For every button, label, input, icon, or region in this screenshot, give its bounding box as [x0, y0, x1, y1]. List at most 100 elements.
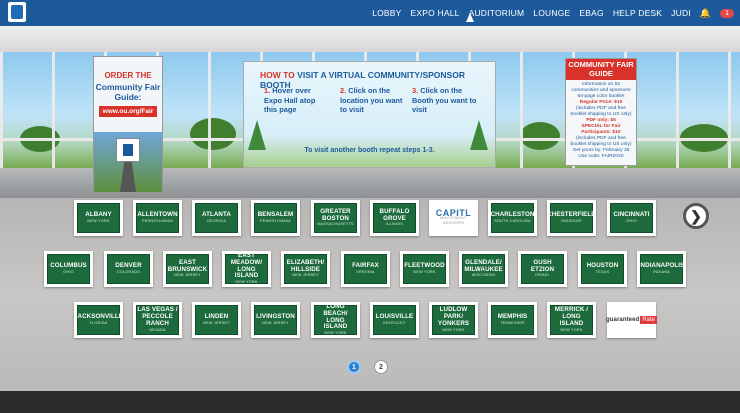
nav-expo-hall[interactable]: EXPO HALL — [411, 8, 460, 18]
road-illustration — [94, 132, 162, 192]
booth-buffalo-grove[interactable]: BUFFALO GROVE ILLINOIS — [370, 200, 419, 236]
ceiling — [0, 26, 740, 52]
booth-face: LUDLOW PARK/ YONKERS NEW YORK — [432, 305, 475, 335]
booth-face: EAST MEADOW/ LONG ISLAND NEW YORK — [225, 252, 268, 285]
booth-livingston[interactable]: LIVINGSTON NEW JERSEY — [251, 302, 300, 338]
notification-badge[interactable]: 1 — [720, 8, 734, 18]
tree-icon — [470, 120, 488, 150]
booth-glendale-milwaukee[interactable]: GLENDALE/ MILWAUKEE WISCONSIN — [459, 251, 508, 287]
nav-user-judi[interactable]: JUDI — [671, 8, 691, 18]
booth-fleetwood[interactable]: FLEETWOOD NEW YORK — [400, 251, 449, 287]
booth-guaranteed-rate[interactable]: guaranteed Rate — [606, 302, 658, 338]
poster-left-line1: ORDER THE — [104, 71, 152, 80]
booth-state: NEW YORK — [324, 331, 347, 336]
booth-state: PENNSYLVANIA — [142, 218, 173, 223]
booth-elizabeth-hillside[interactable]: ELIZABETH/ HILLSIDE NEW JERSEY — [281, 251, 330, 287]
booth-state: COLORADO — [116, 269, 141, 274]
nav-ebag[interactable]: EBAG — [579, 8, 603, 18]
guide-cover-icon — [116, 138, 140, 162]
nav-help-desk[interactable]: HELP DESK — [613, 8, 662, 18]
booth-merrick[interactable]: MERRICK / LONG ISLAND NEW YORK — [547, 302, 596, 338]
site-logo[interactable] — [8, 2, 26, 22]
booth-bensalem[interactable]: BENSALEM PENNSYLVANIA — [251, 200, 300, 236]
booth-allentown[interactable]: ALLENTOWN PENNSYLVANIA — [133, 200, 182, 236]
booth-state: SOUTH CAROLINA — [494, 218, 531, 223]
bell-icon[interactable]: 🔔 — [700, 8, 711, 19]
booth-face: ALBANY NEW YORK — [77, 203, 120, 233]
booth-state: NEW YORK — [442, 327, 465, 332]
booth-houston[interactable]: HOUSTON TEXAS — [578, 251, 627, 287]
booth-atlanta[interactable]: ATLANTA GEORGIA — [192, 200, 241, 236]
nav-auditorium[interactable]: AUDITORIUM — [469, 8, 525, 18]
booth-name: EAST BRUNSWICK — [167, 258, 208, 273]
booth-face: CAPITL MULTIFAMILY ADVISORS — [432, 203, 475, 233]
booth-face: MEMPHIS TENNESSEE — [491, 305, 534, 335]
booth-face: LAS VEGAS / PECCOLE RANCH NEVADA — [136, 305, 179, 335]
booth-albany[interactable]: ALBANY NEW YORK — [74, 200, 123, 236]
banner-step-3: 3. Click on the Booth you want to visit — [412, 86, 477, 114]
booth-state: NEW YORK — [560, 327, 583, 332]
booth-denver[interactable]: DENVER COLORADO — [104, 251, 153, 287]
booth-name: ATLANTA — [202, 211, 231, 219]
booth-louisville[interactable]: LOUISVILLE KENTUCKY — [370, 302, 419, 338]
booth-east-meadow[interactable]: EAST MEADOW/ LONG ISLAND NEW YORK — [222, 251, 271, 287]
booth-state: ILLINOIS — [385, 222, 404, 227]
booth-state: KENTUCKY — [383, 320, 406, 325]
booth-jacksonville[interactable]: JACKSONVILLE FLORIDA — [74, 302, 123, 338]
booth-name: ELIZABETH/ HILLSIDE — [286, 258, 325, 273]
booth-name: LINDEN — [204, 313, 229, 321]
banner-step-2: 2. Click on the location you want to vis… — [340, 86, 403, 114]
booth-face: DENVER COLORADO — [107, 254, 150, 284]
banner-title-how: HOW TO — [260, 70, 295, 80]
booth-state: FLORIDA — [89, 320, 108, 325]
booth-name: CHESTERFIELD — [547, 211, 596, 219]
booth-face: INDIANAPOLIS INDIANA — [639, 254, 684, 284]
booth-name: ALBANY — [85, 211, 112, 219]
booth-fairfax[interactable]: FAIRFAX VIRGINIA — [341, 251, 390, 287]
booth-las-vegas[interactable]: LAS VEGAS / PECCOLE RANCH NEVADA — [133, 302, 182, 338]
order-guide-poster[interactable]: ORDER THE Community Fair Guide: www.ou.o… — [93, 56, 163, 193]
booth-gush-etzion[interactable]: GUSH ETZION ISRAEL — [518, 251, 567, 287]
booth-name: MEMPHIS — [497, 313, 528, 321]
page-2-button[interactable]: 2 — [374, 360, 388, 374]
booth-state: NEW JERSEY — [203, 320, 230, 325]
booth-face: FLEETWOOD NEW YORK — [403, 254, 446, 284]
booth-ludlow-park[interactable]: LUDLOW PARK/ YONKERS NEW YORK — [429, 302, 478, 338]
poster-left-line2: Community Fair Guide: — [95, 82, 161, 102]
booth-face: LONG BEACH/ LONG ISLAND NEW YORK — [314, 303, 357, 336]
booth-face: GREATER BOSTON MASSACHUSETTS — [314, 203, 357, 233]
booth-chesterfield[interactable]: CHESTERFIELD MISSOURI — [547, 200, 596, 236]
booth-east-brunswick[interactable]: EAST BRUNSWICK NEW JERSEY — [163, 251, 212, 287]
fair-guide-poster[interactable]: COMMUNITY FAIR GUIDE Information on 52 c… — [565, 58, 637, 166]
how-to-visit-banner: HOW TO VISIT A VIRTUAL COMMUNITY/SPONSOR… — [243, 61, 496, 168]
next-page-button[interactable]: ❯ — [683, 203, 709, 229]
booth-name: DENVER — [115, 262, 142, 270]
poster-left-url[interactable]: www.ou.org/Fair — [99, 106, 157, 117]
booth-state: TEXAS — [595, 269, 610, 274]
booth-state: NEW YORK — [87, 218, 110, 223]
booth-charleston[interactable]: CHARLESTON SOUTH CAROLINA — [488, 200, 537, 236]
booth-state: NEW YORK — [235, 280, 258, 285]
booth-state: OHIO — [63, 269, 74, 274]
booth-name: LOUISVILLE — [375, 313, 414, 321]
nav-lounge[interactable]: LOUNGE — [533, 8, 570, 18]
booth-name: CAPITL — [435, 207, 472, 218]
page-1-button[interactable]: 1 — [347, 360, 361, 374]
booth-face: CHESTERFIELD MISSOURI — [547, 203, 596, 233]
expo-hall-scene: ORDER THE Community Fair Guide: www.ou.o… — [0, 26, 740, 198]
booth-face: BUFFALO GROVE ILLINOIS — [373, 203, 416, 233]
booth-memphis[interactable]: MEMPHIS TENNESSEE — [488, 302, 537, 338]
booth-linden[interactable]: LINDEN NEW JERSEY — [192, 302, 241, 338]
booth-state: MISSOURI — [561, 218, 582, 223]
booth-greater-boston[interactable]: GREATER BOSTON MASSACHUSETTS — [311, 200, 360, 236]
booth-name: JACKSONVILLE — [74, 313, 123, 321]
booth-long-beach[interactable]: LONG BEACH/ LONG ISLAND NEW YORK — [311, 302, 360, 338]
booth-capitl[interactable]: CAPITL MULTIFAMILY ADVISORS — [429, 200, 478, 236]
booth-cincinnati[interactable]: CINCINNATI OHIO — [607, 200, 656, 236]
booth-indianapolis[interactable]: INDIANAPOLIS INDIANA — [637, 251, 686, 287]
booth-columbus[interactable]: COLUMBUS OHIO — [44, 251, 93, 287]
nav-lobby[interactable]: LOBBY — [372, 8, 401, 18]
booth-name: GLENDALE/ MILWAUKEE — [464, 258, 503, 273]
booth-name: MERRICK / LONG ISLAND — [554, 306, 589, 327]
booth-face: JACKSONVILLE FLORIDA — [74, 305, 123, 335]
